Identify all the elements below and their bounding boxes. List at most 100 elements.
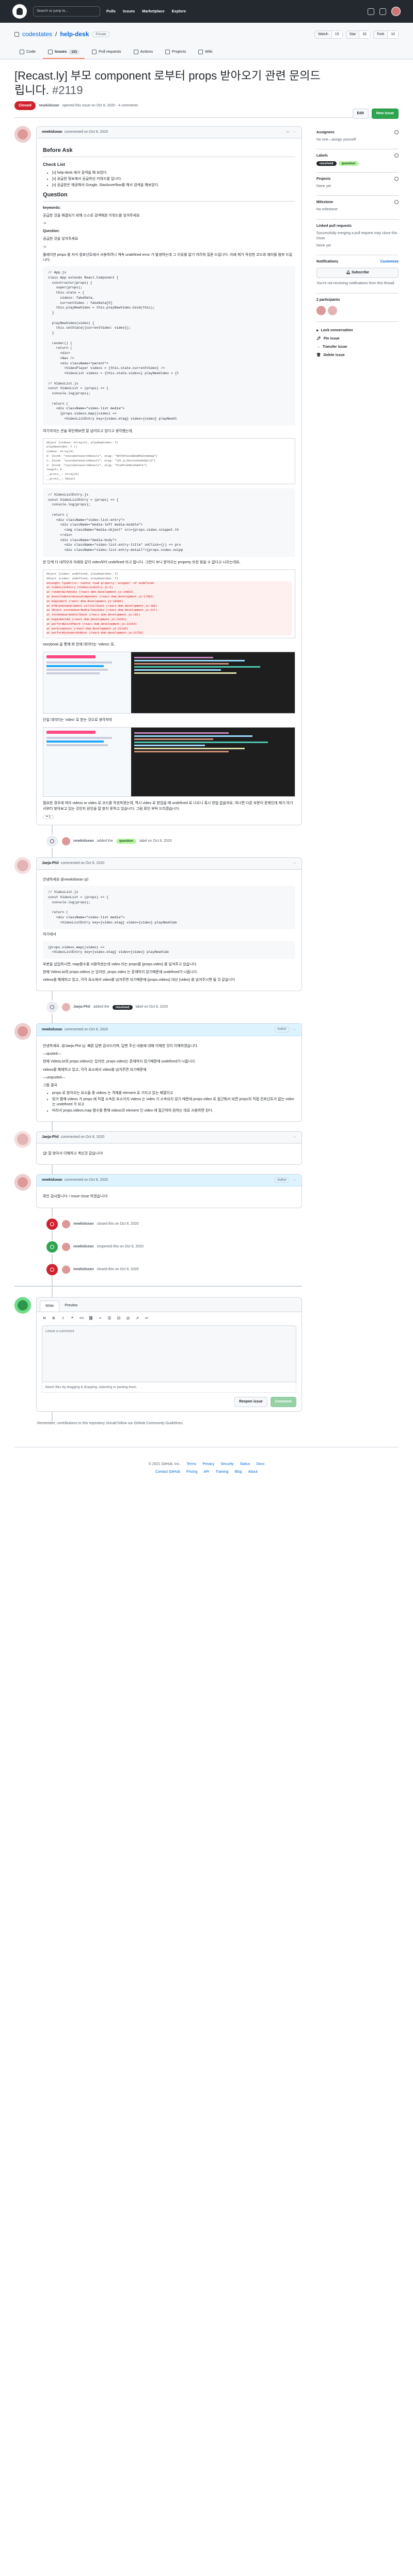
kebab-menu-icon[interactable]: ··· [293,861,296,866]
reopen-issue-button[interactable]: Reopen issue [234,1397,267,1408]
avatar[interactable] [327,305,337,315]
avatar[interactable] [62,1265,70,1274]
tab-wiki[interactable]: Wiki [193,46,217,59]
plus-icon[interactable] [379,8,386,15]
comment-author[interactable]: newkidsean [42,1027,62,1032]
footer-link[interactable]: Contact GitHub [155,1470,180,1475]
avatar[interactable] [62,837,70,845]
avatar[interactable] [14,1131,31,1148]
tab-write[interactable]: Write [40,1300,60,1312]
avatar[interactable] [62,1003,70,1012]
nav-explore[interactable]: Explore [172,9,186,14]
sidebar-labels[interactable]: Labels resolved question [316,149,399,173]
event-actor[interactable]: newkidsean [73,1267,94,1272]
footer-link[interactable]: Privacy [202,1462,214,1467]
nav-marketplace[interactable]: Marketplace [142,9,164,14]
star-button[interactable]: Star 32 [345,30,371,39]
transfer-issue-button[interactable]: → Transfer issue [316,345,399,350]
avatar[interactable] [14,1174,31,1191]
comment-author[interactable]: newkidsean [42,130,62,135]
tab-actions[interactable]: Actions [129,46,158,59]
sidebar-milestone[interactable]: Milestone No milestone [316,196,399,220]
sidebar-projects[interactable]: Projects None yet [316,173,399,196]
label-resolved[interactable]: resolved [316,161,337,166]
footer-link[interactable]: Blog [235,1470,242,1475]
bulleted-list-icon[interactable]: ≡ [98,1316,103,1321]
delete-issue-button[interactable]: 🗑︎ Delete issue [316,353,399,358]
heading-icon[interactable]: H [42,1316,47,1321]
event-actor[interactable]: newkidsean [73,839,94,844]
tab-issues[interactable]: Issues 131 [42,46,85,59]
avatar[interactable] [316,305,326,315]
sidebar-value[interactable]: No one—assign yourself [316,137,399,143]
nav-pulls[interactable]: Pulls [106,9,116,14]
event-actor[interactable]: newkidsean [73,1222,94,1227]
gear-icon[interactable] [394,200,399,205]
footer-link[interactable]: Pricing [186,1470,197,1475]
tab-projects[interactable]: Projects [160,46,191,59]
watch-button[interactable]: Watch 15 [314,30,343,39]
label-resolved[interactable]: resolved [112,1005,133,1010]
event-actor[interactable]: newkidsean [73,1244,94,1250]
gear-icon[interactable] [394,130,399,135]
smiley-icon[interactable]: ☺ [286,130,290,135]
footer-link[interactable]: Docs [256,1462,264,1467]
gear-icon[interactable] [394,176,399,181]
kebab-menu-icon[interactable]: ··· [293,130,296,135]
footer-link[interactable]: About [248,1470,258,1475]
label-question[interactable]: question [116,839,136,844]
gear-icon[interactable] [394,153,399,158]
avatar[interactable] [14,126,31,143]
tab-code[interactable]: Code [14,46,41,59]
reference-icon[interactable]: ↗ [135,1316,140,1321]
bold-icon[interactable]: B [51,1316,56,1321]
edit-button[interactable]: Edit [352,109,369,119]
footer-link[interactable]: Security [220,1462,233,1467]
avatar[interactable] [14,1297,31,1314]
nav-issues[interactable]: Issues [123,9,135,14]
avatar[interactable] [14,1023,31,1040]
event-actor[interactable]: Jaeja-Phil [73,1005,90,1010]
tab-pull-requests[interactable]: Pull requests [87,46,126,59]
fork-button[interactable]: Fork 10 [373,30,399,39]
comment-author[interactable]: Jaeja-Phil [42,861,59,866]
italic-icon[interactable]: I [60,1316,66,1321]
search-input[interactable]: Search or jump to... [33,6,100,17]
label-question[interactable]: question [338,161,359,166]
kebab-menu-icon[interactable]: ··· [293,1027,296,1032]
new-issue-button[interactable]: New issue [371,109,399,119]
code-icon[interactable]: <> [79,1316,84,1321]
tab-preview[interactable]: Preview [59,1301,83,1312]
avatar[interactable] [14,857,31,874]
saved-reply-icon[interactable]: ↩ [144,1316,149,1321]
issue-author[interactable]: newkidsean [39,103,59,109]
repo-name-link[interactable]: help-desk [60,30,89,38]
sidebar-assignees[interactable]: Assignees No one—assign yourself [316,126,399,150]
kebab-menu-icon[interactable]: ··· [293,1178,296,1183]
subscribe-button[interactable]: 🔔︎ Subscribe [316,268,399,279]
attach-files-area[interactable]: Attach files by dragging & dropping, sel… [42,1382,296,1393]
bell-icon[interactable] [368,8,374,15]
comment-author[interactable]: Jaeja-Phil [42,1135,59,1140]
user-avatar[interactable] [391,7,401,16]
comment-author[interactable]: newkidsean [42,1178,62,1183]
github-logo-icon[interactable] [12,4,27,19]
footer-link[interactable]: Status [240,1462,250,1467]
comment-textarea[interactable]: Leave a comment [42,1325,296,1382]
numbered-list-icon[interactable]: ☰ [107,1316,112,1321]
footer-link[interactable]: API [203,1470,209,1475]
quote-icon[interactable]: ❝ [70,1316,75,1321]
footer-link[interactable]: Terms [186,1462,196,1467]
kebab-menu-icon[interactable]: ··· [293,1135,296,1140]
footer-link[interactable]: Training [216,1470,229,1475]
mention-icon[interactable]: @ [125,1316,131,1321]
comment-button[interactable]: Comment [270,1397,296,1408]
avatar[interactable] [62,1242,70,1251]
lock-conversation-button[interactable]: 🔒︎ Lock conversation [316,328,399,333]
avatar[interactable] [62,1220,70,1228]
customize-link[interactable]: Customize [380,259,399,265]
task-list-icon[interactable]: ☑ [116,1316,121,1321]
reaction-button[interactable]: •• 1 [43,814,54,819]
pin-issue-button[interactable]: 📌︎ Pin issue [316,336,399,342]
link-icon[interactable]: ⛓ [88,1316,93,1321]
